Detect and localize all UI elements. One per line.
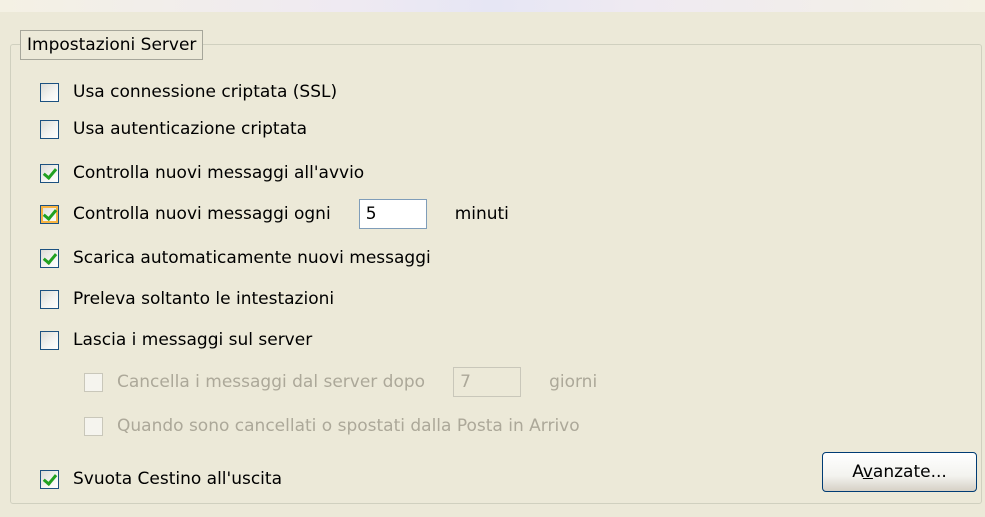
delete-after-checkbox <box>84 372 103 392</box>
check-interval-input[interactable] <box>358 199 427 229</box>
ssl-label: Usa connessione criptata (SSL) <box>73 82 338 102</box>
window-backdrop <box>0 0 985 12</box>
option-delete-after: Cancella i messaggi dal server dopo gior… <box>84 367 598 397</box>
check-on-startup-label: Controlla nuovi messaggi all'avvio <box>73 163 365 183</box>
check-interval-unit: minuti <box>454 204 509 224</box>
secure-auth-checkbox[interactable] <box>40 119 59 139</box>
option-secure-auth[interactable]: Usa autenticazione criptata <box>40 115 307 143</box>
option-auto-download[interactable]: Scarica automaticamente nuovi messaggi <box>40 244 431 272</box>
empty-trash-checkbox[interactable] <box>40 469 59 489</box>
delete-after-unit: giorni <box>549 372 598 392</box>
delete-after-label: Cancella i messaggi dal server dopo <box>117 372 426 392</box>
option-delete-when-removed: Quando sono cancellati o spostati dalla … <box>84 412 580 440</box>
auto-download-label: Scarica automaticamente nuovi messaggi <box>73 248 431 268</box>
ssl-checkbox[interactable] <box>40 82 59 102</box>
empty-trash-label: Svuota Cestino all'uscita <box>73 469 282 489</box>
headers-only-checkbox[interactable] <box>40 289 59 309</box>
option-check-on-startup[interactable]: Controlla nuovi messaggi all'avvio <box>40 159 364 187</box>
option-check-interval[interactable]: Controlla nuovi messaggi ogni minuti <box>40 199 509 229</box>
headers-only-label: Preleva soltanto le intestazioni <box>73 289 335 309</box>
option-headers-only[interactable]: Preleva soltanto le intestazioni <box>40 285 334 313</box>
check-on-startup-checkbox[interactable] <box>40 163 59 183</box>
secure-auth-label: Usa autenticazione criptata <box>73 119 308 139</box>
groupbox-title: Impostazioni Server <box>20 30 204 60</box>
leave-on-server-label: Lascia i messaggi sul server <box>73 330 313 350</box>
check-interval-label: Controlla nuovi messaggi ogni <box>73 204 331 224</box>
delete-after-days-input <box>453 367 522 397</box>
auto-download-checkbox[interactable] <box>40 248 59 268</box>
option-empty-trash[interactable]: Svuota Cestino all'uscita <box>40 465 282 493</box>
advanced-button[interactable]: Avanzate... <box>822 452 977 492</box>
leave-on-server-checkbox[interactable] <box>40 330 59 350</box>
check-interval-checkbox[interactable] <box>40 204 59 224</box>
delete-when-removed-label: Quando sono cancellati o spostati dalla … <box>117 416 580 436</box>
advanced-button-mnemonic: v <box>862 462 873 482</box>
delete-when-removed-checkbox <box>84 416 103 436</box>
option-leave-on-server[interactable]: Lascia i messaggi sul server <box>40 326 312 354</box>
option-ssl[interactable]: Usa connessione criptata (SSL) <box>40 78 337 106</box>
